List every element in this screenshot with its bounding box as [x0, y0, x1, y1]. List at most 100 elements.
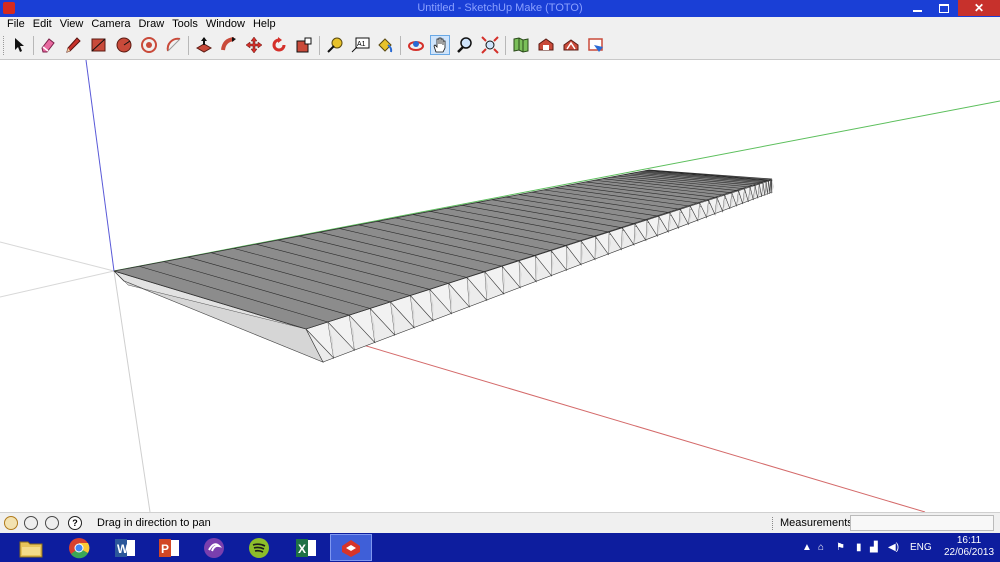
powerpoint-letter: P [161, 542, 169, 556]
minimize-button[interactable] [904, 0, 930, 16]
volume-icon[interactable]: ◀) [888, 542, 899, 553]
eraser-tool[interactable] [38, 35, 58, 55]
text-icon: A1 [351, 37, 370, 53]
share-icon [563, 39, 579, 51]
zoom-extents-tool[interactable] [480, 35, 500, 55]
taskbar-file-explorer[interactable] [10, 534, 52, 561]
sketchup-icon [342, 539, 360, 557]
geo-location-icon[interactable] [4, 516, 18, 530]
menu-file[interactable]: File [3, 17, 29, 32]
bridge-model[interactable] [113, 169, 774, 363]
zoom-tool[interactable] [455, 35, 475, 55]
word-letter: W [117, 542, 129, 556]
push-pull-tool[interactable] [194, 35, 214, 55]
blue-axis [85, 60, 115, 272]
taskbar-bittorrent[interactable] [193, 534, 235, 561]
menu-bar: File Edit View Camera Draw Tools Window … [0, 17, 1000, 32]
maximize-button[interactable] [930, 0, 958, 16]
excel-letter: X [298, 542, 306, 556]
word-icon: W [115, 538, 135, 557]
map-icon [513, 37, 529, 53]
polygon-tool[interactable] [139, 35, 159, 55]
measurements-label: Measurements [780, 517, 853, 529]
getting-started-toolbar: A1 [0, 32, 1000, 60]
credits-icon[interactable] [24, 516, 38, 530]
taskbar-sketchup[interactable] [330, 534, 372, 561]
magnifier-icon [457, 37, 472, 53]
show-hidden-icons[interactable]: ▲ [802, 542, 812, 553]
toolbar-grip[interactable] [3, 36, 7, 55]
help-icon[interactable]: ? [68, 516, 82, 530]
toolbar-separator [400, 36, 401, 55]
orbit-icon [408, 41, 424, 51]
rectangle-tool[interactable] [89, 35, 109, 55]
paint-bucket-icon [378, 38, 393, 53]
menu-draw[interactable]: Draw [134, 17, 168, 32]
model-canvas [0, 60, 1000, 512]
powerpoint-icon: P [159, 538, 179, 557]
follow-me-tool[interactable] [219, 35, 239, 55]
hand-icon [433, 37, 446, 53]
taskbar-word[interactable]: W [104, 534, 146, 561]
green-axis-negative [0, 270, 115, 298]
minimize-icon [912, 10, 922, 12]
follow-me-icon [221, 37, 236, 51]
network-icon[interactable]: ⌂ [818, 542, 824, 553]
move-icon [245, 36, 263, 54]
menu-help[interactable]: Help [249, 17, 280, 32]
measurements-divider[interactable] [772, 517, 775, 530]
toolbar-separator [188, 36, 189, 55]
close-button[interactable]: ✕ [958, 0, 1000, 16]
menu-edit[interactable]: Edit [29, 17, 56, 32]
wifi-signal-icon[interactable]: ▟ [870, 542, 878, 553]
text-tool[interactable]: A1 [350, 35, 370, 55]
taskbar-spotify[interactable] [238, 534, 280, 561]
measurements-input[interactable] [850, 515, 994, 531]
taskbar-excel[interactable]: X [285, 534, 327, 561]
model-viewport[interactable] [0, 60, 1000, 512]
menu-tools[interactable]: Tools [168, 17, 202, 32]
scale-tool[interactable] [294, 35, 314, 55]
warehouse-icon [538, 38, 554, 51]
windows-taskbar: W P X ▲ ⌂ ⚑ ▮ ▟ ◀) ENG 16:11 22/06/2013 [0, 533, 1000, 562]
excel-icon: X [296, 538, 316, 557]
tape-measure-tool[interactable] [325, 35, 345, 55]
language-indicator[interactable]: ENG [910, 542, 932, 553]
arc-tool[interactable] [164, 35, 184, 55]
eraser-icon [41, 38, 55, 53]
chrome-icon [69, 537, 90, 558]
window-title: Untitled - SketchUp Make (TOTO) [417, 2, 583, 14]
rotate-icon [272, 37, 286, 52]
share-model-tool[interactable] [561, 35, 581, 55]
rotate-tool[interactable] [269, 35, 289, 55]
bittorrent-icon [204, 537, 224, 558]
paint-bucket-tool[interactable] [375, 35, 395, 55]
line-tool[interactable] [63, 35, 83, 55]
menu-camera[interactable]: Camera [87, 17, 134, 32]
circle-icon [116, 37, 132, 53]
user-icon[interactable] [45, 516, 59, 530]
move-tool[interactable] [244, 35, 264, 55]
arrow-cursor-icon [15, 38, 24, 52]
3d-warehouse-tool[interactable] [536, 35, 556, 55]
orbit-tool[interactable] [406, 35, 426, 55]
taskbar-powerpoint[interactable]: P [148, 534, 190, 561]
select-tool[interactable] [9, 35, 29, 55]
taskbar-chrome[interactable] [58, 534, 100, 561]
action-center-icon[interactable]: ⚑ [836, 542, 845, 553]
red-axis-negative [0, 241, 115, 272]
pan-tool[interactable] [430, 35, 450, 55]
blue-axis-negative [113, 270, 151, 512]
add-location-tool[interactable] [511, 35, 531, 55]
toolbar-separator [319, 36, 320, 55]
toolbar-separator [505, 36, 506, 55]
battery-icon[interactable]: ▮ [856, 542, 862, 553]
menu-window[interactable]: Window [202, 17, 249, 32]
menu-view[interactable]: View [56, 17, 88, 32]
system-clock[interactable]: 16:11 22/06/2013 [944, 535, 994, 559]
circle-tool[interactable] [114, 35, 134, 55]
folder-icon [19, 541, 43, 557]
zoom-extents-icon [481, 36, 499, 54]
maximize-icon [939, 3, 949, 13]
extension-warehouse-tool[interactable] [586, 35, 606, 55]
